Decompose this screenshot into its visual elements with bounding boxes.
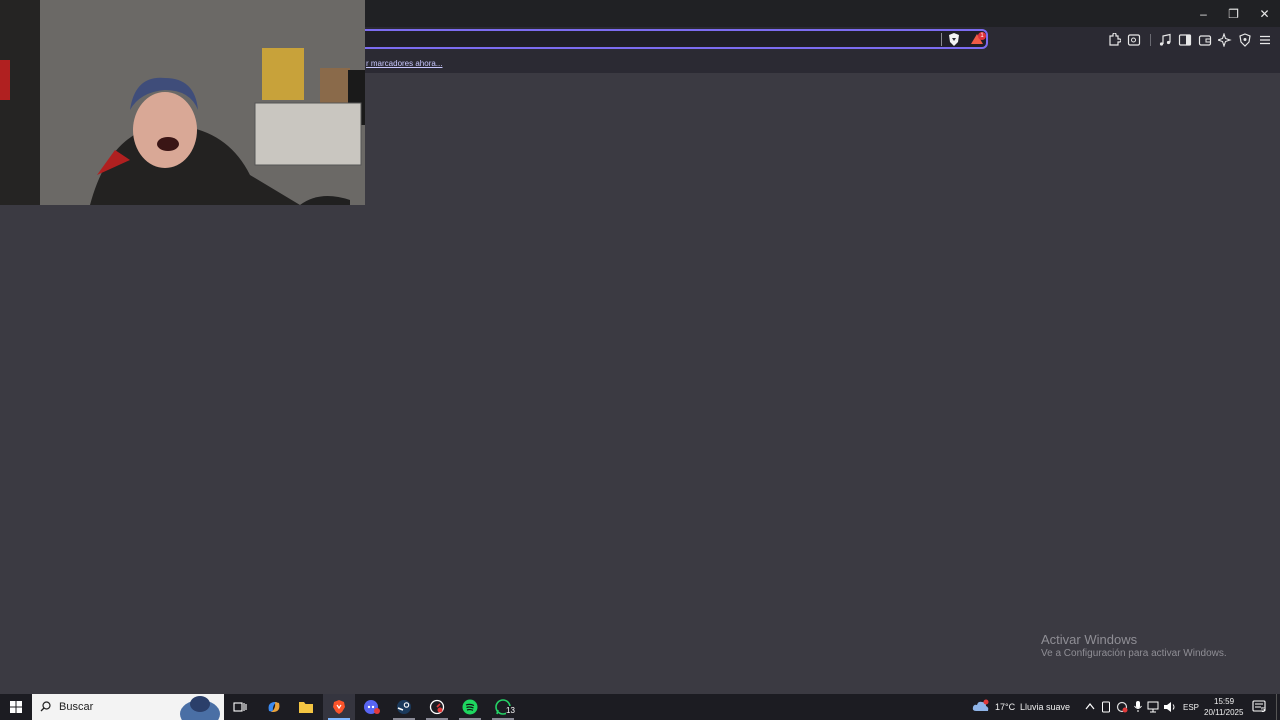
steam-icon <box>397 700 411 714</box>
start-button[interactable] <box>0 694 32 720</box>
activate-windows-subtitle: Ve a Configuración para activar Windows. <box>1041 648 1227 659</box>
tab-search-icon[interactable] <box>1127 33 1141 47</box>
volume-icon[interactable] <box>1163 701 1177 713</box>
address-bar-divider <box>941 33 942 46</box>
restore-button[interactable]: ❐ <box>1218 0 1249 27</box>
device-icon[interactable] <box>1101 701 1111 713</box>
address-bar[interactable] <box>358 29 988 49</box>
extensions-icon[interactable] <box>1107 33 1121 47</box>
tray-app-icon[interactable] <box>1116 701 1128 713</box>
stopwatch-app-button[interactable] <box>421 694 453 720</box>
show-desktop-button[interactable] <box>1276 694 1280 720</box>
rewards-badge: 1 <box>978 32 986 40</box>
chevron-up-icon[interactable] <box>1085 702 1095 710</box>
task-view-button[interactable] <box>224 694 256 720</box>
weather-cloud-icon[interactable] <box>972 699 990 713</box>
search-icon <box>40 701 51 712</box>
clock-time[interactable]: 15:59 <box>1214 697 1234 706</box>
brave-browser-button[interactable] <box>323 694 355 720</box>
file-explorer-button[interactable] <box>290 694 322 720</box>
microphone-icon[interactable] <box>1133 700 1143 713</box>
spotify-icon <box>462 699 478 715</box>
stopwatch-icon <box>429 699 445 715</box>
task-view-icon <box>233 702 247 712</box>
menu-icon[interactable] <box>1258 33 1272 47</box>
import-bookmarks-link[interactable]: r marcadores ahora... <box>366 59 442 68</box>
leo-ai-icon[interactable] <box>1218 33 1232 47</box>
language-indicator[interactable]: ESP <box>1183 703 1199 712</box>
activate-windows-title: Activar Windows <box>1041 632 1138 647</box>
webcam-overlay <box>0 0 365 205</box>
clock-date[interactable]: 20/11/2025 <box>1204 708 1243 717</box>
notification-count: 5 <box>1261 707 1265 714</box>
taskbar-search-box[interactable]: Buscar <box>32 694 224 720</box>
shield-icon[interactable] <box>948 33 960 46</box>
discord-icon <box>364 700 380 714</box>
spotify-button[interactable] <box>454 694 486 720</box>
copilot-button[interactable] <box>258 694 290 720</box>
vpn-icon[interactable] <box>1238 33 1252 47</box>
weather-description[interactable]: Lluvia suave <box>1020 702 1070 712</box>
discord-button[interactable] <box>356 694 388 720</box>
brave-lion-icon <box>333 700 345 714</box>
minimize-button[interactable]: – <box>1188 0 1219 27</box>
sidebar-icon[interactable] <box>1178 33 1192 47</box>
whatsapp-badge: 13 <box>506 706 515 715</box>
toolbar-divider <box>1150 34 1151 46</box>
webcam-video-frame <box>0 0 365 205</box>
close-button[interactable]: ✕ <box>1249 0 1280 27</box>
folder-icon <box>299 702 313 713</box>
wallet-icon[interactable] <box>1198 33 1212 47</box>
windows-logo-icon <box>10 701 22 713</box>
weather-temperature[interactable]: 17°C <box>995 702 1015 712</box>
media-icon[interactable] <box>1158 33 1172 47</box>
network-icon[interactable] <box>1147 701 1161 713</box>
whatsapp-button[interactable]: 13 <box>487 694 519 720</box>
copilot-icon <box>268 702 280 712</box>
steam-button[interactable] <box>388 694 420 720</box>
search-placeholder: Buscar <box>59 701 94 713</box>
search-highlight-icon <box>180 696 220 720</box>
